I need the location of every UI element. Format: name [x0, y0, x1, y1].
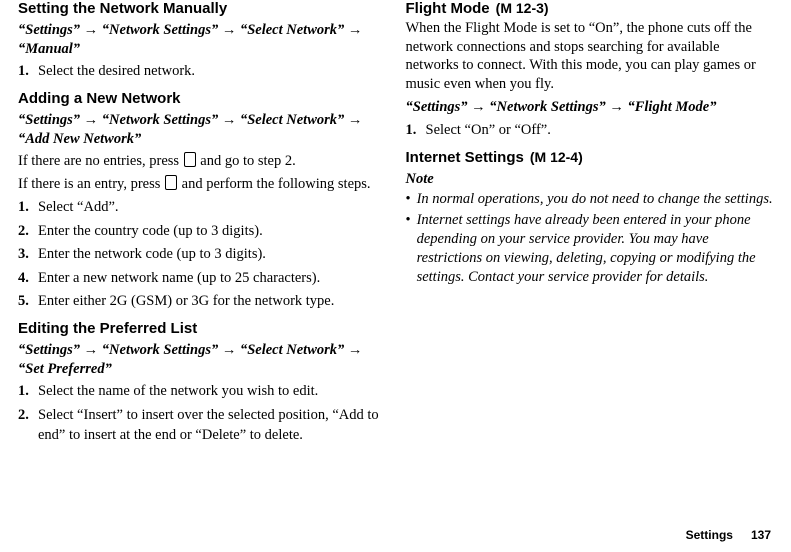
step-number: 1. — [406, 121, 426, 141]
step-number: 2. — [18, 406, 38, 426]
step-number: 2. — [18, 222, 38, 242]
bullet-icon: • — [406, 211, 411, 230]
section-flight-mode: Flight Mode (M 12-3) When the Flight Mod… — [406, 0, 774, 141]
step-number: 4. — [18, 269, 38, 289]
list-item: 2.Enter the country code (up to 3 digits… — [18, 222, 386, 242]
nav-path-set-preferred: “Settings” → “Network Settings” → “Selec… — [18, 341, 386, 379]
right-column: Flight Mode (M 12-3) When the Flight Mod… — [406, 0, 774, 453]
columns: Setting the Network Manually “Settings” … — [18, 0, 773, 453]
note-label: Note — [406, 171, 774, 188]
step-text: Enter either 2G (GSM) or 3G for the netw… — [38, 292, 386, 312]
nav-path-manual: “Settings” → “Network Settings” → “Selec… — [18, 21, 386, 59]
intro-no-entries: If there are no entries, press and go to… — [18, 152, 386, 171]
step-number: 5. — [18, 292, 38, 312]
text-fragment: and perform the following steps. — [178, 176, 371, 192]
footer-page-number: 137 — [751, 528, 771, 542]
section-internet-settings: Internet Settings (M 12-4) Note • In nor… — [406, 149, 774, 287]
page: Setting the Network Manually “Settings” … — [0, 0, 791, 552]
step-text: Enter a new network name (up to 25 chara… — [38, 269, 386, 289]
heading-editing-preferred-list: Editing the Preferred List — [18, 320, 386, 339]
step-text: Select the name of the network you wish … — [38, 382, 386, 402]
heading-adding-new-network: Adding a New Network — [18, 90, 386, 109]
heading-row-internet-settings: Internet Settings (M 12-4) — [406, 149, 774, 168]
list-item: 1.Select “On” or “Off”. — [406, 121, 774, 141]
step-number: 1. — [18, 198, 38, 218]
bullet-icon: • — [406, 190, 411, 209]
step-number: 1. — [18, 62, 38, 82]
menu-tag-flight-mode: (M 12-3) — [496, 0, 549, 16]
text-fragment: and go to step 2. — [197, 153, 296, 169]
section-editing-preferred-list: Editing the Preferred List “Settings” → … — [18, 320, 386, 445]
step-text: Enter the network code (up to 3 digits). — [38, 245, 386, 265]
nav-path-flight-mode: “Settings” → “Network Settings” → “Fligh… — [406, 98, 774, 117]
text-fragment: If there are no entries, press — [18, 153, 183, 169]
list-item: 3.Enter the network code (up to 3 digits… — [18, 245, 386, 265]
note-item: • Internet settings have already been en… — [406, 211, 774, 286]
step-text: Select the desired network. — [38, 62, 386, 82]
list-item: 1.Select the desired network. — [18, 62, 386, 82]
left-column: Setting the Network Manually “Settings” … — [18, 0, 386, 453]
intro-entry-present: If there is an entry, press and perform … — [18, 175, 386, 194]
list-item: 5.Enter either 2G (GSM) or 3G for the ne… — [18, 292, 386, 312]
footer-section-label: Settings — [686, 528, 733, 542]
steps-preferred: 1.Select the name of the network you wis… — [18, 382, 386, 445]
list-item: 4.Enter a new network name (up to 25 cha… — [18, 269, 386, 289]
heading-setting-network-manually: Setting the Network Manually — [18, 0, 386, 19]
note-text: Internet settings have already been ente… — [417, 211, 773, 286]
step-text: Select “On” or “Off”. — [426, 121, 774, 141]
heading-internet-settings: Internet Settings — [406, 149, 524, 168]
page-footer: Settings 137 — [686, 528, 771, 542]
step-text: Select “Insert” to insert over the selec… — [38, 406, 386, 445]
section-setting-network-manually: Setting the Network Manually “Settings” … — [18, 0, 386, 82]
step-number: 1. — [18, 382, 38, 402]
steps-flight-mode: 1.Select “On” or “Off”. — [406, 121, 774, 141]
section-adding-new-network: Adding a New Network “Settings” → “Netwo… — [18, 90, 386, 312]
step-text: Select “Add”. — [38, 198, 386, 218]
step-text: Enter the country code (up to 3 digits). — [38, 222, 386, 242]
list-item: 1.Select the name of the network you wis… — [18, 382, 386, 402]
flight-mode-description: When the Flight Mode is set to “On”, the… — [406, 19, 774, 94]
note-item: • In normal operations, you do not need … — [406, 190, 774, 209]
menu-tag-internet-settings: (M 12-4) — [530, 149, 583, 165]
step-number: 3. — [18, 245, 38, 265]
text-fragment: If there is an entry, press — [18, 176, 164, 192]
center-key-icon — [184, 152, 196, 167]
heading-row-flight-mode: Flight Mode (M 12-3) — [406, 0, 774, 19]
steps-manual: 1.Select the desired network. — [18, 62, 386, 82]
steps-add-network: 1.Select “Add”. 2.Enter the country code… — [18, 198, 386, 312]
list-item: 1.Select “Add”. — [18, 198, 386, 218]
nav-path-add-network: “Settings” → “Network Settings” → “Selec… — [18, 111, 386, 149]
list-item: 2.Select “Insert” to insert over the sel… — [18, 406, 386, 445]
note-text: In normal operations, you do not need to… — [417, 190, 773, 209]
heading-flight-mode: Flight Mode — [406, 0, 490, 19]
center-key-icon — [165, 175, 177, 190]
